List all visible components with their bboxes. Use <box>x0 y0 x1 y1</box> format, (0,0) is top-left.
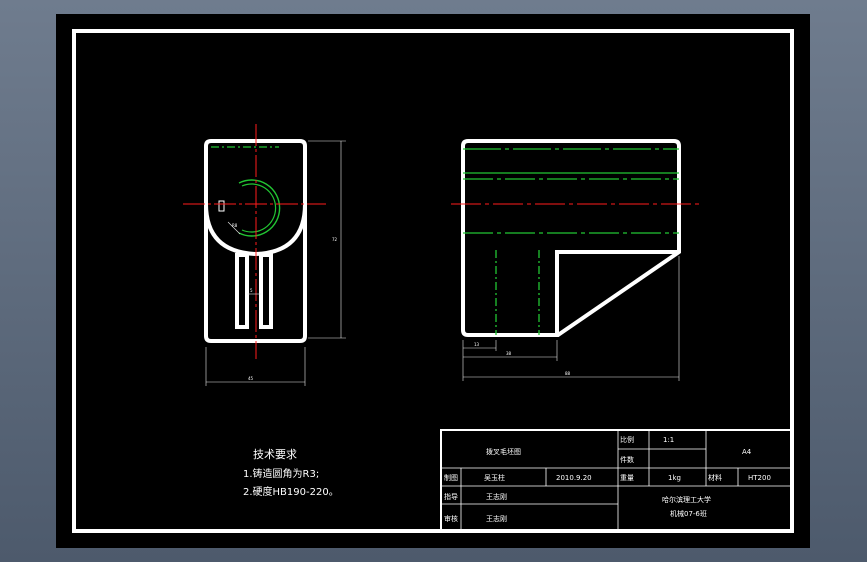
cad-viewport: R8 45 5 72 13 38 88 技术要求 1.铸造圆角为R3; 2.硬度… <box>56 14 810 548</box>
left-view-bore-inner <box>241 183 277 233</box>
dim-radius: R8 <box>232 223 238 228</box>
tb-review-label: 审核 <box>444 514 458 523</box>
tb-scale-value: 1:1 <box>663 436 674 444</box>
tech-requirement-1: 1.铸造圆角为R3; <box>243 467 319 480</box>
tb-guide-label: 指导 <box>444 492 458 501</box>
left-view-inner-contour <box>235 253 273 329</box>
tb-drawn-name: 吴玉柱 <box>484 473 505 482</box>
drawing-border <box>72 29 794 533</box>
tb-count-label: 件数 <box>620 455 634 464</box>
tb-drawing-no: A4 <box>742 448 752 456</box>
tb-material-label: 材料 <box>708 473 722 482</box>
cad-drawing: R8 45 5 72 13 38 88 技术要求 1.铸造圆角为R3; 2.硬度… <box>72 29 794 533</box>
left-view: R8 45 5 72 <box>183 124 346 386</box>
dim-left-height: 72 <box>332 237 338 242</box>
tb-drawn-label: 制图 <box>444 473 458 482</box>
dim-slot-width: 5 <box>250 288 253 293</box>
tech-requirement-2: 2.硬度HB190-220。 <box>243 485 339 498</box>
tb-part-name: 拨叉毛坯图 <box>486 447 521 456</box>
left-view-bore <box>238 179 281 237</box>
title-block: 拨叉毛坯图 比例 1:1 件数 A4 制图 吴玉柱 2010.9.20 重量 1… <box>440 429 792 531</box>
tb-weight-label: 重量 <box>620 474 634 482</box>
tech-requirements: 技术要求 1.铸造圆角为R3; 2.硬度HB190-220。 <box>243 448 339 498</box>
dim-right-total: 88 <box>565 371 571 376</box>
dim-right-mid: 38 <box>506 351 512 356</box>
dim-left-width: 45 <box>248 376 254 381</box>
left-view-keyway <box>218 200 225 212</box>
tb-class: 机械07-6班 <box>670 509 707 518</box>
tb-drawn-date: 2010.9.20 <box>556 474 592 482</box>
tb-guide-name: 王志刚 <box>486 492 507 501</box>
tb-review-name: 王志刚 <box>486 514 507 523</box>
dim-right-small: 13 <box>474 342 480 347</box>
right-view: 13 38 88 <box>451 139 701 381</box>
tb-material-value: HT200 <box>748 474 771 482</box>
tb-scale-label: 比例 <box>620 435 634 444</box>
tb-school: 哈尔滨理工大学 <box>662 495 711 504</box>
tech-requirements-heading: 技术要求 <box>253 448 297 461</box>
tb-weight-value: 1kg <box>668 474 681 482</box>
